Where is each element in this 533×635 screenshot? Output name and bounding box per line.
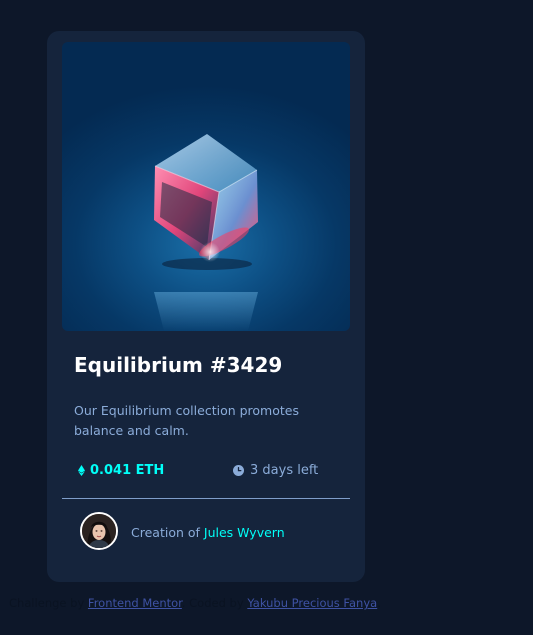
clock-icon [233,465,244,476]
nft-card: Equilibrium #3429 Our Equilibrium collec… [47,31,365,582]
ethereum-icon [78,465,85,476]
author-link[interactable]: Yakubu Precious Fanya [247,596,377,610]
time-left-value: 3 days left [250,463,319,478]
divider [62,498,350,499]
challenge-prefix: Challenge by [9,596,85,610]
frontend-mentor-link[interactable]: Frontend Mentor [88,596,182,610]
nft-description: Our Equilibrium collection promotes bala… [74,403,299,438]
nft-title[interactable]: Equilibrium #3429 [74,353,282,377]
time-info: 3 days left [233,463,318,478]
creator-prefix: Creation of [131,525,200,540]
avatar [80,512,118,550]
creator-name-link[interactable]: Jules Wyvern [204,525,285,540]
cube-illustration [154,134,258,331]
nft-image[interactable] [62,42,350,331]
attribution: Challenge by Frontend Mentor. Coded by Y… [9,596,381,610]
price-info: 0.041 ETH [78,463,164,478]
coded-prefix: Coded by [189,596,244,610]
creator-portrait [82,514,116,548]
price-value: 0.041 ETH [90,463,165,478]
creator-info: Creation of Jules Wyvern [131,525,285,540]
